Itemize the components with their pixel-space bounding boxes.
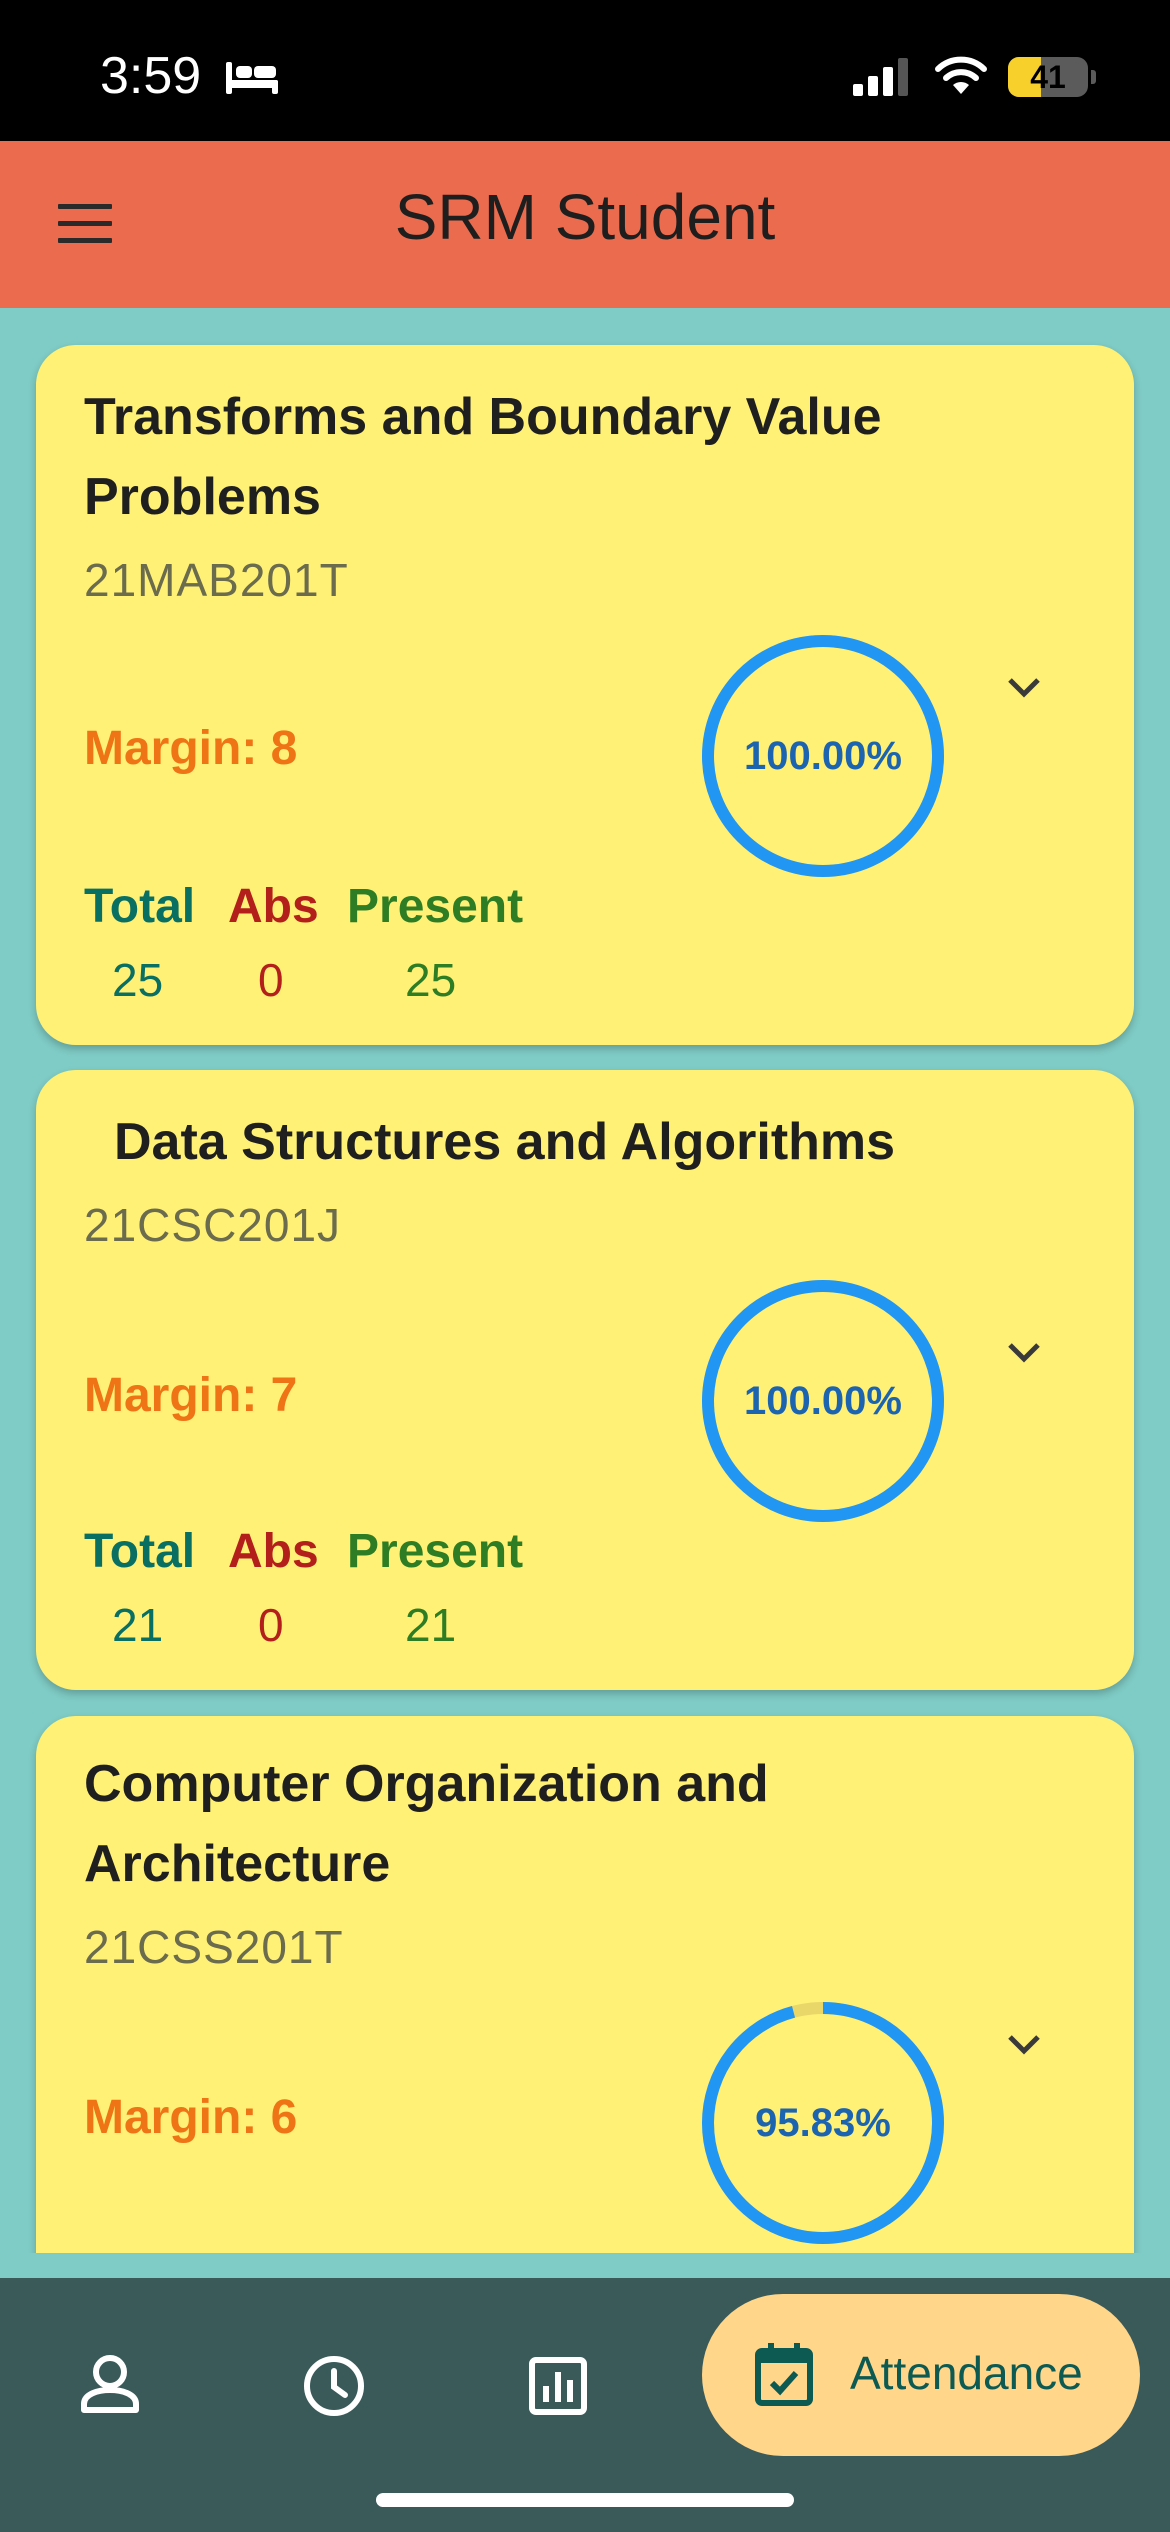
home-indicator[interactable] bbox=[376, 2493, 794, 2507]
battery-level: 41 bbox=[1030, 59, 1066, 95]
abs-label: Abs bbox=[228, 1525, 319, 1578]
present-label: Present bbox=[347, 1525, 524, 1578]
total-label: Total bbox=[84, 880, 196, 933]
chevron-down-icon[interactable] bbox=[996, 659, 1052, 715]
abs-value: 0 bbox=[258, 1599, 284, 1651]
percentage-label: 95.83% bbox=[755, 2101, 891, 2145]
battery-tip bbox=[1091, 70, 1096, 84]
course-card[interactable]: Transforms and Boundary Value Problems 2… bbox=[36, 345, 1134, 1045]
app-title: SRM Student bbox=[394, 181, 776, 253]
margin-text: Margin: 6 bbox=[84, 2091, 298, 2144]
margin-text: Margin: 8 bbox=[84, 722, 298, 775]
course-name: Data Structures and Algorithms bbox=[114, 1113, 896, 1171]
course-name: Transforms and Boundary Value Problems bbox=[84, 388, 882, 526]
attendance-gauge: 95.83% bbox=[700, 2000, 946, 2246]
total-label: Total bbox=[84, 1525, 196, 1578]
attendance-gauge: 100.00% bbox=[700, 633, 946, 879]
clock-icon[interactable] bbox=[286, 2338, 382, 2434]
profile-icon[interactable] bbox=[62, 2338, 158, 2434]
wifi-icon bbox=[935, 56, 987, 94]
total-value: 21 bbox=[112, 1599, 164, 1651]
percentage-label: 100.00% bbox=[744, 1379, 902, 1423]
chevron-down-icon[interactable] bbox=[996, 2016, 1052, 2072]
status-time: 3:59 bbox=[100, 47, 202, 105]
present-label: Present bbox=[347, 880, 524, 933]
present-value: 21 bbox=[405, 1599, 457, 1651]
course-card[interactable]: Computer Organization and Architecture 2… bbox=[36, 1716, 1134, 2253]
present-value: 25 bbox=[405, 954, 457, 1006]
battery-icon: 41 bbox=[1008, 57, 1088, 97]
percentage-label: 100.00% bbox=[744, 734, 902, 778]
course-code: 21CSS201T bbox=[84, 1921, 344, 1973]
margin-text: Margin: 7 bbox=[84, 1369, 298, 1422]
abs-label: Abs bbox=[228, 880, 319, 933]
chevron-down-icon[interactable] bbox=[996, 1324, 1052, 1380]
abs-value: 0 bbox=[258, 954, 284, 1006]
nav-label-attendance: Attendance bbox=[850, 2347, 1083, 2399]
signal-icon bbox=[853, 58, 908, 96]
attendance-gauge: 100.00% bbox=[700, 1278, 946, 1524]
course-code: 21MAB201T bbox=[84, 554, 349, 606]
nav-item-attendance[interactable]: Attendance bbox=[702, 2294, 1140, 2456]
chart-icon[interactable] bbox=[510, 2338, 606, 2434]
course-card[interactable]: Data Structures and Algorithms 21CSC201J… bbox=[36, 1070, 1134, 1690]
course-code: 21CSC201J bbox=[84, 1199, 342, 1251]
bed-icon bbox=[226, 62, 278, 94]
course-list[interactable]: Transforms and Boundary Value Problems 2… bbox=[0, 308, 1170, 2253]
status-bar: 3:59 41 bbox=[0, 0, 1170, 141]
total-value: 25 bbox=[112, 954, 164, 1006]
calendar-check-icon bbox=[755, 2343, 813, 2406]
course-name: Computer Organization and Architecture bbox=[84, 1755, 769, 1893]
